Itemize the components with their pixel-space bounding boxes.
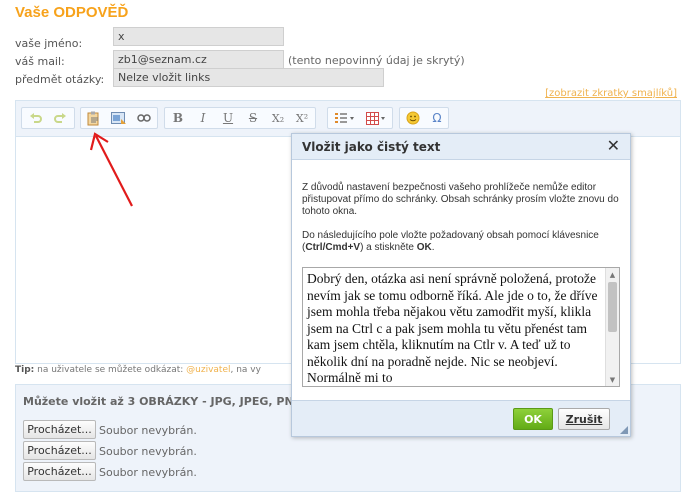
dialog-security-notice: Z důvodů nastavení bezpečnosti vašeho pr… <box>302 182 619 217</box>
paste-text-icon[interactable] <box>83 109 105 127</box>
dialog-instructions: Do následujícího pole vložte požadovaný … <box>302 230 620 254</box>
bold-button[interactable]: B <box>167 109 189 127</box>
dialog-title: Vložit jako čistý text <box>302 140 441 154</box>
toolbar-group-history <box>21 107 75 129</box>
list-icon[interactable] <box>331 109 359 127</box>
special-char-button[interactable]: Ω <box>426 109 448 127</box>
dialog-header[interactable]: Vložit jako čistý text ✕ <box>292 134 630 160</box>
subject-label: předmět otázky: <box>15 73 105 86</box>
paste-textarea[interactable]: Dobrý den, otázka asi není správně polož… <box>302 267 620 387</box>
redo-icon[interactable] <box>49 109 71 127</box>
paste-scrollbar[interactable]: ▲ ▼ <box>605 268 619 386</box>
tip-mention: @uzivatel <box>186 365 231 375</box>
find-icon[interactable] <box>133 109 155 127</box>
instructions-mid: ) a stiskněte <box>360 242 417 253</box>
mention-tip: Tip: na uživatele se můžete odkázat: @uz… <box>15 365 261 375</box>
annotation-arrow-icon <box>89 132 133 207</box>
subject-input[interactable]: Nelze vložit links <box>113 68 384 87</box>
paste-word-icon[interactable] <box>108 109 130 127</box>
undo-icon[interactable] <box>25 109 47 127</box>
file-status-2: Soubor nevybrán. <box>99 445 197 458</box>
scroll-down-icon[interactable]: ▼ <box>606 373 619 386</box>
table-icon[interactable] <box>362 109 390 127</box>
toolbar-group-clipboard <box>80 107 158 129</box>
smiley-icon[interactable] <box>402 109 424 127</box>
scroll-up-icon[interactable]: ▲ <box>606 268 619 281</box>
close-icon[interactable]: ✕ <box>607 137 620 155</box>
tip-text: na uživatele se můžete odkázat: <box>34 365 187 375</box>
underline-button[interactable]: U <box>217 109 239 127</box>
upload-title: Můžete vložit až 3 OBRÁZKY - JPG, JPEG, … <box>23 395 307 408</box>
tip-prefix: Tip: <box>15 365 35 375</box>
italic-button[interactable]: I <box>192 109 214 127</box>
mail-note: (tento nepovinný údaj je skrytý) <box>288 54 465 67</box>
instructions-ok: OK <box>416 242 432 253</box>
strikethrough-button[interactable]: S <box>242 109 264 127</box>
browse-button-3[interactable]: Procházet... <box>23 462 96 481</box>
resize-grip-icon[interactable] <box>620 426 628 434</box>
file-status-3: Soubor nevybrán. <box>99 466 197 479</box>
name-label: vaše jméno: <box>15 37 83 50</box>
toolbar-group-extras: Ω <box>399 107 449 129</box>
file-status-1: Soubor nevybrán. <box>99 424 197 437</box>
browse-button-2[interactable]: Procházet... <box>23 441 96 460</box>
scroll-thumb[interactable] <box>608 282 617 332</box>
browse-button-1[interactable]: Procházet... <box>23 420 96 439</box>
toolbar-group-insert <box>327 107 393 129</box>
superscript-button[interactable]: X² <box>291 109 313 127</box>
show-smiley-shortcuts-link[interactable]: [zobrazit zkratky smajlíků] <box>545 88 677 99</box>
paste-as-text-dialog: Vložit jako čistý text ✕ Z důvodů nastav… <box>291 133 631 437</box>
toolbar-group-format: B I U S X₂ X² <box>164 107 316 129</box>
tip-suffix: , na vy <box>230 365 261 375</box>
instructions-end: . <box>431 242 435 253</box>
ok-button[interactable]: OK <box>513 408 553 430</box>
dialog-footer: OK Zrušit <box>292 400 630 436</box>
instructions-keys: Ctrl/Cmd+V <box>305 242 361 253</box>
cancel-button[interactable]: Zrušit <box>558 408 610 430</box>
paste-content: Dobrý den, otázka asi není správně polož… <box>307 271 598 385</box>
mail-label: váš mail: <box>15 55 65 68</box>
name-input[interactable]: x <box>113 27 284 46</box>
mail-input[interactable]: zb1@seznam.cz <box>113 50 284 69</box>
page-title: Vaše ODPOVĚĎ <box>15 4 129 21</box>
subscript-button[interactable]: X₂ <box>267 109 289 127</box>
